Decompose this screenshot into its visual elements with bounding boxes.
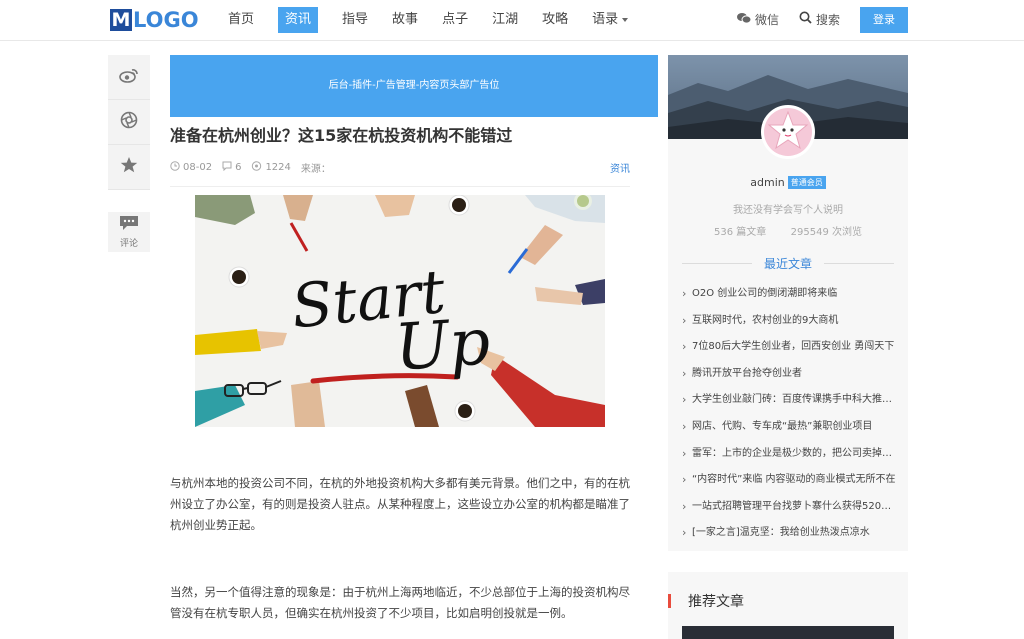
site-logo[interactable]: M LOGO — [110, 7, 199, 33]
share-rail — [108, 55, 150, 190]
list-item[interactable]: “内容时代”来临 内容驱动的商业模式无所不在 — [682, 467, 896, 494]
author-bio: 我还没有学会写个人说明 — [733, 205, 843, 216]
share-weibo-button[interactable] — [108, 55, 150, 100]
member-badge: 普通会员 — [787, 176, 826, 189]
author-name[interactable]: admin — [750, 176, 784, 189]
wechat-link[interactable]: 微信 — [737, 0, 779, 40]
recommended-heading: 推荐文章 — [688, 594, 744, 610]
list-item[interactable]: 一站式招聘管理平台找萝卜寨什么获得5200多 — [682, 494, 896, 521]
chevron-down-icon — [622, 17, 629, 22]
article-paragraph-2: 当然，另一个值得注意的现象是：由于杭州上海两地临近，不少总部位于上海的投资机构尽… — [170, 585, 630, 620]
logo-text: LOGO — [133, 8, 199, 32]
list-item[interactable]: 腾讯开放平台抢夺创业者 — [682, 361, 896, 388]
search-link[interactable]: 搜索 — [799, 0, 840, 40]
comment-count-icon — [222, 161, 232, 174]
main-nav: 首页 资讯 指导 故事 点子 江湖 攻略 语录 — [228, 0, 652, 40]
meta-source: 来源： — [301, 160, 331, 175]
category-link[interactable]: 资讯 — [610, 160, 630, 175]
wechat-label: 微信 — [755, 13, 780, 27]
comment-button[interactable]: 评论 — [108, 212, 150, 252]
avatar[interactable] — [761, 105, 815, 159]
nav-item-jianghu[interactable]: 江湖 — [492, 0, 518, 40]
list-item[interactable]: O2O 创业公司的倒闭潮即将来临 — [682, 281, 896, 308]
author-stats: 536 篇文章 295549 次浏览 — [668, 223, 908, 238]
nav-item-stories[interactable]: 故事 — [392, 0, 418, 40]
view-count: 1224 — [265, 161, 291, 173]
list-item[interactable]: 大学生创业敲门砖：百度传课携手中科大推出… — [682, 387, 896, 414]
weibo-icon — [119, 67, 139, 87]
recommended-articles-card: 推荐文章 — [668, 572, 908, 639]
login-button[interactable]: 登录 — [860, 7, 908, 33]
author-card: admin 普通会员 我还没有学会写个人说明 536 篇文章 295549 次浏览… — [668, 55, 908, 551]
list-item[interactable]: 7位80后大学生创业者，回西安创业 勇闯天下 — [682, 334, 896, 361]
logo-mark: M — [110, 9, 132, 31]
site-header: M LOGO 首页 资讯 指导 故事 点子 江湖 攻略 语录 微信 搜索 登录 — [0, 0, 1024, 41]
author-article-count: 536 篇文章 — [714, 227, 767, 238]
eye-icon — [251, 160, 262, 174]
nav-item-guide[interactable]: 指导 — [342, 0, 368, 40]
meta-divider — [170, 186, 630, 187]
comment-icon — [119, 215, 139, 235]
article-hero-image: Start Up — [195, 195, 605, 427]
share-qzone-button[interactable] — [108, 145, 150, 190]
list-item[interactable]: 雷军：上市的企业是极少数的，把公司卖掉，… — [682, 441, 896, 468]
source-label: 来源： — [300, 163, 331, 175]
ad-banner[interactable]: 后台-插件-广告管理-内容页头部广告位 — [170, 55, 658, 117]
wechat-icon — [737, 0, 752, 40]
clock-icon — [170, 160, 180, 174]
nav-label: 语录 — [592, 12, 619, 27]
nav-item-news[interactable]: 资讯 — [278, 0, 319, 40]
nav-label: 江湖 — [492, 12, 519, 27]
list-item[interactable]: 网店、代购、专车成“最热”兼职创业项目 — [682, 414, 896, 441]
date-text: 08-02 — [183, 161, 213, 173]
nav-label: 攻略 — [542, 12, 569, 27]
nav-label: 点子 — [442, 12, 469, 27]
nav-label: 指导 — [342, 12, 369, 27]
nav-item-ideas[interactable]: 点子 — [442, 0, 468, 40]
star-icon — [120, 156, 138, 178]
section-accent-bar — [668, 594, 671, 608]
author-name-row: admin 普通会员 — [668, 176, 908, 189]
meta-date: 08-02 — [170, 160, 213, 174]
meta-comments[interactable]: 6 — [222, 161, 241, 174]
nav-label: 资讯 — [278, 7, 319, 33]
nav-item-quotes[interactable]: 语录 — [592, 0, 629, 40]
list-item[interactable]: 互联网时代，农村创业的9大商机 — [682, 308, 896, 335]
nav-item-home[interactable]: 首页 — [228, 0, 254, 40]
article-paragraph-1: 与杭州本地的投资公司不同，在杭的外地投资机构大多都有美元背景。他们之中，有的在杭… — [170, 476, 630, 532]
nav-item-tips[interactable]: 攻略 — [542, 0, 568, 40]
recent-articles-heading: 最近文章 — [682, 255, 894, 272]
author-view-count: 295549 次浏览 — [790, 227, 862, 238]
search-icon — [799, 0, 812, 40]
comment-label: 评论 — [119, 239, 138, 249]
hero-text-up: Up — [393, 305, 493, 385]
recent-articles-list: O2O 创业公司的倒闭潮即将来临 互联网时代，农村创业的9大商机 7位80后大学… — [682, 281, 896, 547]
comment-count: 6 — [235, 161, 242, 173]
meta-views: 1224 — [251, 160, 291, 174]
list-item[interactable]: [一家之言]温克坚：我给创业热泼点凉水 — [682, 520, 896, 547]
article-title: 准备在杭州创业？这15家在杭投资机构不能错过 — [170, 126, 513, 145]
search-label: 搜索 — [816, 13, 841, 27]
article-meta: 08-02 6 1224 来源： 资讯 — [170, 158, 630, 176]
camera-aperture-icon — [120, 111, 138, 133]
share-moments-button[interactable] — [108, 100, 150, 145]
nav-label: 首页 — [228, 12, 255, 27]
recommended-thumbnail[interactable] — [682, 626, 894, 639]
nav-label: 故事 — [392, 12, 419, 27]
